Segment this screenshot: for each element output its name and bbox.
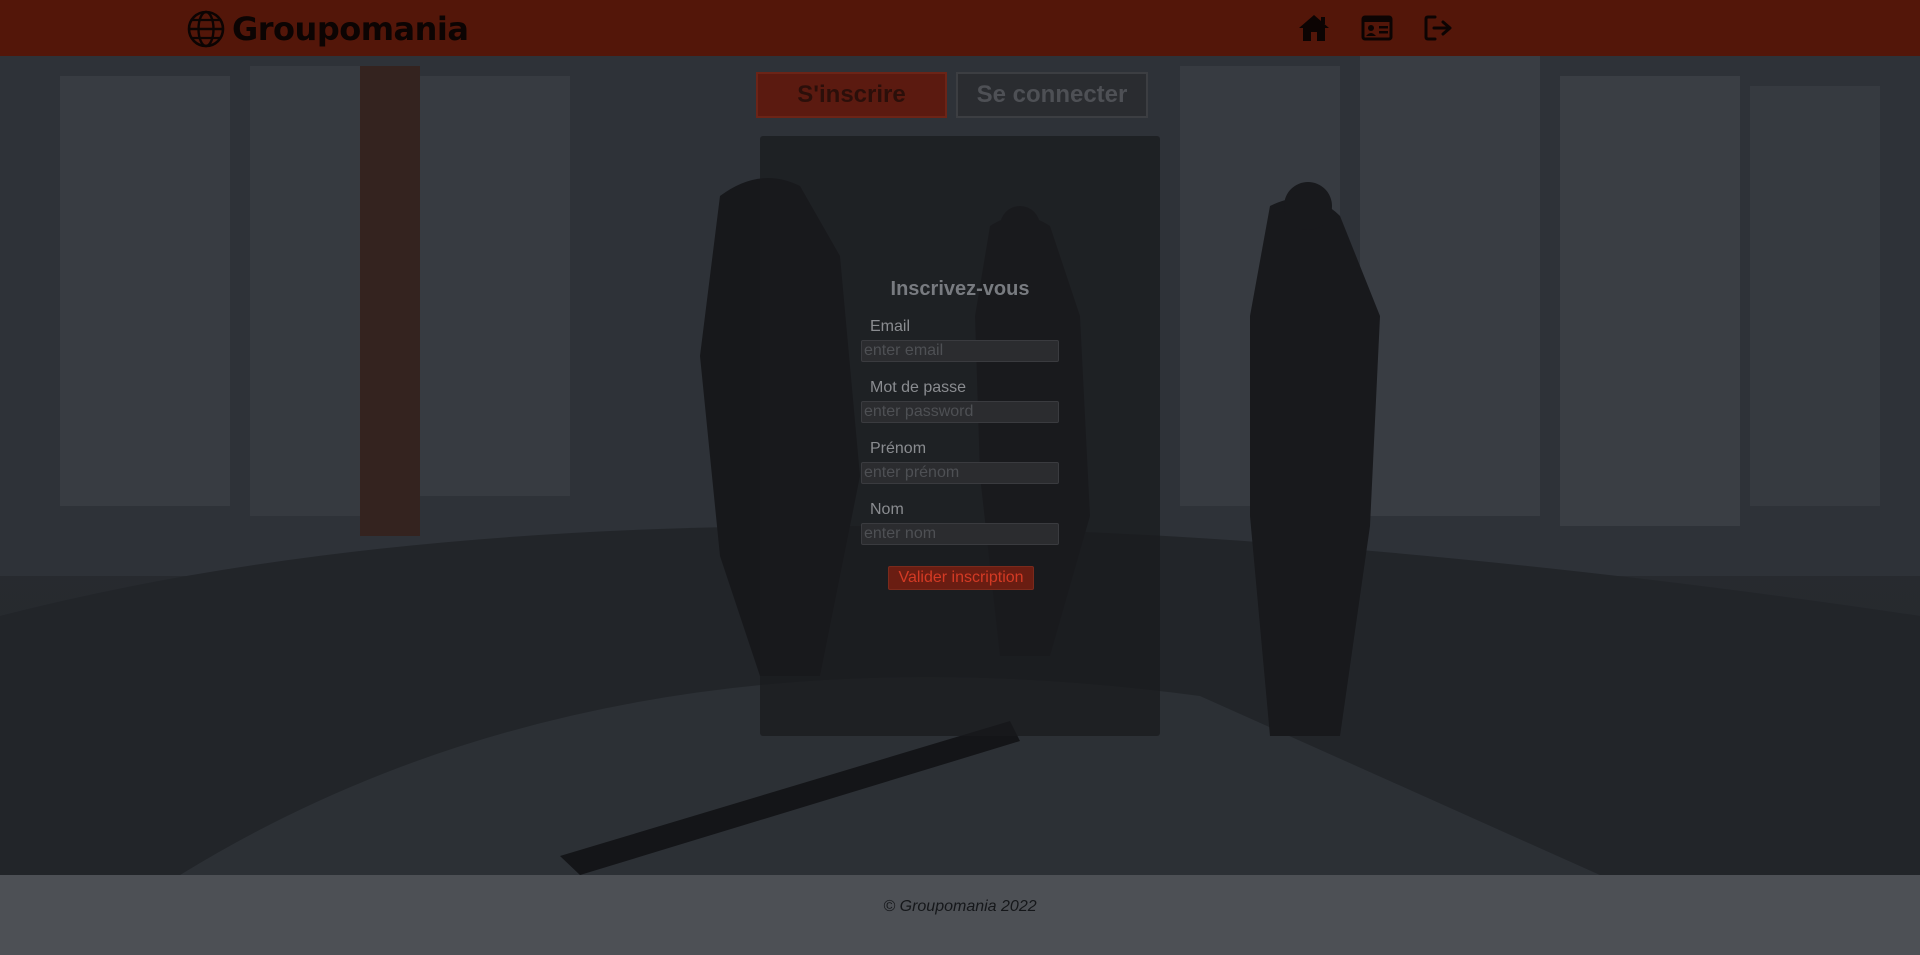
top-header: Groupomania [0,0,1920,56]
profile-card-icon[interactable] [1360,12,1394,44]
home-icon[interactable] [1297,12,1331,44]
brand-name: Groupomania [232,10,469,48]
brand-logo[interactable]: Groupomania [186,8,469,50]
lastname-field[interactable] [861,523,1059,545]
form-title: Inscrivez-vous [890,278,1030,300]
firstname-field[interactable] [861,462,1059,484]
tab-signup[interactable]: S'inscrire [756,72,947,118]
email-field[interactable] [861,340,1059,362]
globe-icon [186,9,226,49]
page-footer: © Groupomania 2022 [0,875,1920,955]
tab-login[interactable]: Se connecter [956,72,1148,118]
signup-form-panel: Inscrivez-vous Email Mot de passe Prénom… [760,136,1160,736]
password-label: Mot de passe [870,379,967,396]
email-label: Email [870,318,911,335]
logout-icon[interactable] [1422,12,1456,44]
footer-copyright: © Groupomania 2022 [883,898,1037,915]
password-field[interactable] [861,401,1059,423]
submit-signup-button[interactable]: Valider inscription [888,566,1034,590]
firstname-label: Prénom [870,440,927,457]
lastname-label: Nom [870,501,904,518]
